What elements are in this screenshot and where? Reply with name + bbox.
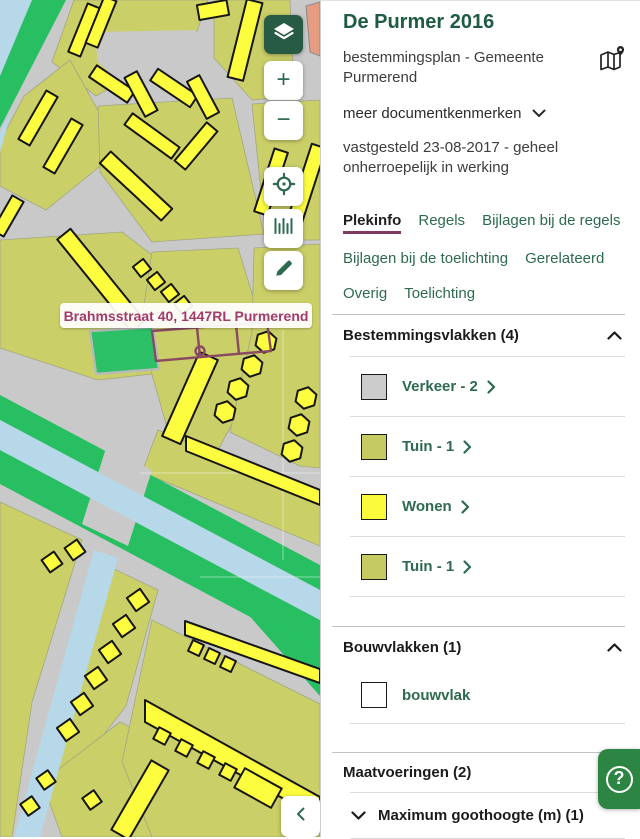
more-document-details-link[interactable]: meer documentkenmerken	[343, 105, 546, 122]
zone-label: Tuin - 1	[402, 438, 454, 455]
zone-link[interactable]: Tuin - 1	[402, 438, 472, 455]
legend-item-verkeer: Verkeer - 2	[361, 357, 640, 416]
maatvoering-row-goothoogte[interactable]: Maximum goothoogte (m) (1)	[351, 793, 640, 838]
page-title: De Purmer 2016	[343, 9, 626, 35]
legend-item-wonen: Wonen	[361, 477, 640, 536]
legend-item-tuin-1: Tuin - 1	[361, 417, 640, 476]
legend-item-bouwvlak: bouwvlak	[361, 667, 640, 723]
zone-label: Tuin - 1	[402, 558, 454, 575]
chevron-left-icon	[295, 806, 307, 827]
app-window: Brahmsstraat 40, 1447RL Purmerend + −	[0, 0, 640, 837]
section-title: Bestemmingsvlakken (4)	[343, 327, 519, 344]
zone-link[interactable]: Verkeer - 2	[402, 378, 496, 395]
locate-icon	[272, 172, 296, 201]
tab-bijlagen-regels[interactable]: Bijlagen bij de regels	[482, 212, 620, 234]
zone-color-swatch	[361, 374, 387, 400]
chevron-right-icon	[463, 560, 472, 574]
divider	[350, 723, 625, 724]
section-bestemmingsvlakken-header[interactable]: Bestemmingsvlakken (4)	[343, 315, 622, 356]
zone-link[interactable]: Tuin - 1	[402, 558, 472, 575]
zone-color-swatch	[361, 494, 387, 520]
zone-color-swatch	[361, 682, 387, 708]
zone-link[interactable]: bouwvlak	[402, 687, 470, 704]
zoom-out-button[interactable]: −	[264, 101, 303, 140]
help-button[interactable]: ?	[598, 749, 640, 809]
section-maatvoeringen-header[interactable]: Maatvoeringen (2)	[343, 753, 622, 792]
plan-subtitle: bestemmingsplan - Gemeente Purmerend	[343, 48, 583, 88]
layers-button[interactable]	[264, 15, 303, 54]
zone-label: bouwvlak	[402, 687, 470, 704]
collapse-panel-button[interactable]	[281, 796, 320, 837]
more-link-label: meer documentkenmerken	[343, 105, 521, 122]
panel-tabs: Plekinfo Regels Bijlagen bij de regels B…	[343, 212, 632, 304]
tab-toelichting[interactable]: Toelichting	[404, 285, 475, 304]
divider	[350, 596, 625, 597]
chevron-up-icon[interactable]	[607, 643, 622, 652]
tab-gerelateerd[interactable]: Gerelateerd	[525, 250, 604, 269]
section-title: Maatvoeringen (2)	[343, 764, 471, 781]
park-area	[90, 327, 159, 374]
help-icon: ?	[606, 766, 633, 793]
minus-icon: −	[276, 108, 290, 132]
map-location-icon[interactable]	[599, 45, 627, 77]
layers-icon	[273, 22, 295, 47]
zoom-in-button[interactable]: +	[264, 61, 303, 100]
chevron-down-icon	[532, 105, 546, 122]
pencil-icon	[272, 256, 296, 285]
chevron-right-icon	[461, 500, 470, 514]
zoning-map[interactable]: Brahmsstraat 40, 1447RL Purmerend + −	[0, 0, 320, 837]
tab-plekinfo[interactable]: Plekinfo	[343, 212, 401, 234]
chevron-right-icon	[463, 440, 472, 454]
zone-label: Wonen	[402, 498, 452, 515]
zone-label: Verkeer - 2	[402, 378, 478, 395]
chevron-up-icon[interactable]	[607, 331, 622, 340]
zone-color-swatch	[361, 554, 387, 580]
legend-item-tuin-2: Tuin - 1	[361, 537, 640, 596]
address-label: Brahmsstraat 40, 1447RL Purmerend	[60, 303, 312, 328]
maatvoering-label: Maximum goothoogte (m) (1)	[378, 807, 584, 824]
plan-details-panel: De Purmer 2016 bestemmingsplan - Gemeent…	[320, 0, 640, 837]
section-title: Bouwvlakken (1)	[343, 639, 461, 656]
draw-button[interactable]	[264, 251, 303, 290]
plan-status: vastgesteld 23-08-2017 - geheel onherroe…	[343, 138, 593, 178]
tab-regels[interactable]: Regels	[418, 212, 465, 234]
zone-link[interactable]: Wonen	[402, 498, 470, 515]
tab-overig[interactable]: Overig	[343, 285, 387, 304]
plus-icon: +	[276, 68, 290, 92]
measure-button[interactable]	[264, 209, 303, 248]
locate-button[interactable]	[264, 167, 303, 206]
tab-bijlagen-toelichting[interactable]: Bijlagen bij de toelichting	[343, 250, 508, 269]
chevron-down-icon	[351, 807, 366, 824]
chevron-right-icon	[487, 380, 496, 394]
zone-color-swatch	[361, 434, 387, 460]
section-bouwvlakken-header[interactable]: Bouwvlakken (1)	[343, 627, 622, 667]
measure-icon	[272, 216, 296, 241]
